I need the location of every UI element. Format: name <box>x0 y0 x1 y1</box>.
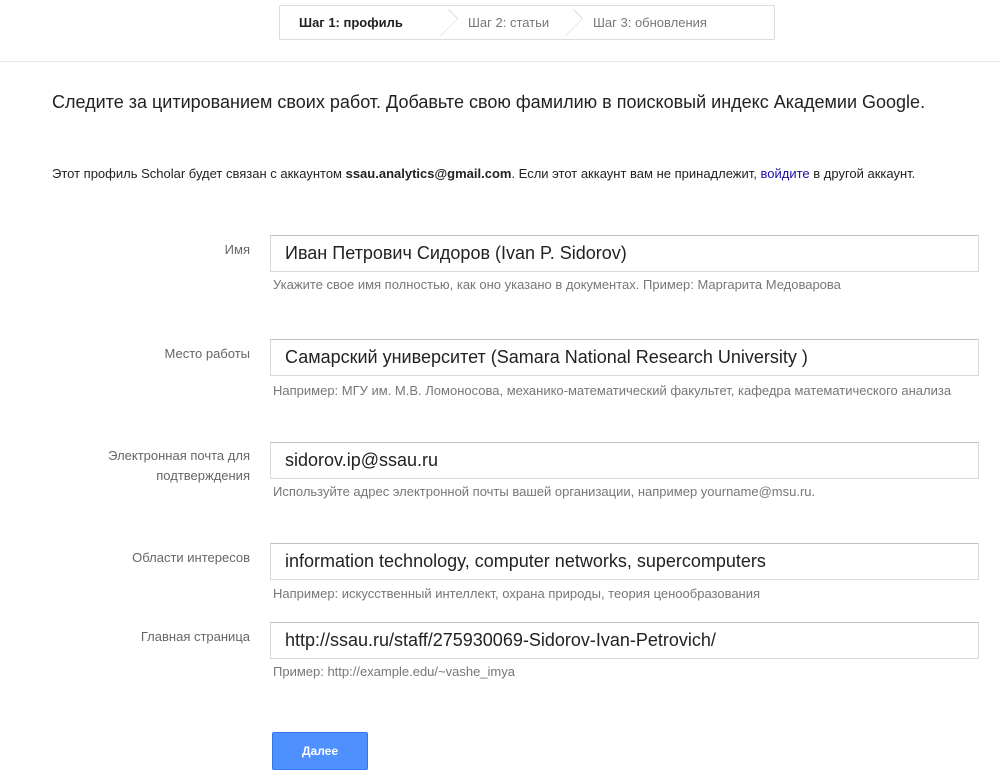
email-hint: Используйте адрес электронной почты ваше… <box>273 484 816 499</box>
account-email: ssau.analytics@gmail.com <box>345 166 512 181</box>
account-note-middle: . Если этот аккаунт вам не принадлежит, <box>511 166 761 181</box>
affiliation-label: Место работы <box>164 346 250 361</box>
step-articles-label: Шаг 2: статьи <box>468 15 550 30</box>
account-note: Этот профиль Scholar будет связан с акка… <box>52 164 952 183</box>
name-input[interactable] <box>270 235 979 272</box>
header-divider <box>0 61 1000 62</box>
interests-label: Области интересов <box>132 550 250 565</box>
next-button[interactable]: Далее <box>272 732 368 770</box>
homepage-hint: Пример: http://example.edu/~vashe_imya <box>273 664 515 679</box>
steps-bar: Шаг 1: профиль Шаг 2: статьи Шаг 3: обно… <box>279 5 775 40</box>
homepage-input[interactable] <box>270 622 979 659</box>
step-updates: Шаг 3: обновления <box>573 6 763 39</box>
page-headline: Следите за цитированием своих работ. Доб… <box>52 92 926 112</box>
interests-input[interactable] <box>270 543 979 580</box>
step-profile-label: Шаг 1: профиль <box>299 15 403 30</box>
name-label: Имя <box>224 242 250 257</box>
step-updates-label: Шаг 3: обновления <box>593 15 707 30</box>
affiliation-hint: Например: МГУ им. М.В. Ломоносова, механ… <box>273 383 952 398</box>
email-field[interactable] <box>270 442 979 479</box>
email-label: Электронная почта для подтверждения <box>108 448 250 483</box>
affiliation-input[interactable] <box>270 339 979 376</box>
name-hint: Укажите свое имя полностью, как оно указ… <box>273 277 841 292</box>
sign-in-link[interactable]: войдите <box>761 166 810 181</box>
step-articles: Шаг 2: статьи <box>448 6 584 39</box>
account-note-suffix: в другой аккаунт. <box>809 166 916 181</box>
interests-hint: Например: искусственный интеллект, охран… <box>273 586 761 601</box>
account-note-prefix: Этот профиль Scholar будет связан с акка… <box>52 166 346 181</box>
homepage-label: Главная страница <box>140 629 250 644</box>
step-profile: Шаг 1: профиль <box>280 6 459 39</box>
